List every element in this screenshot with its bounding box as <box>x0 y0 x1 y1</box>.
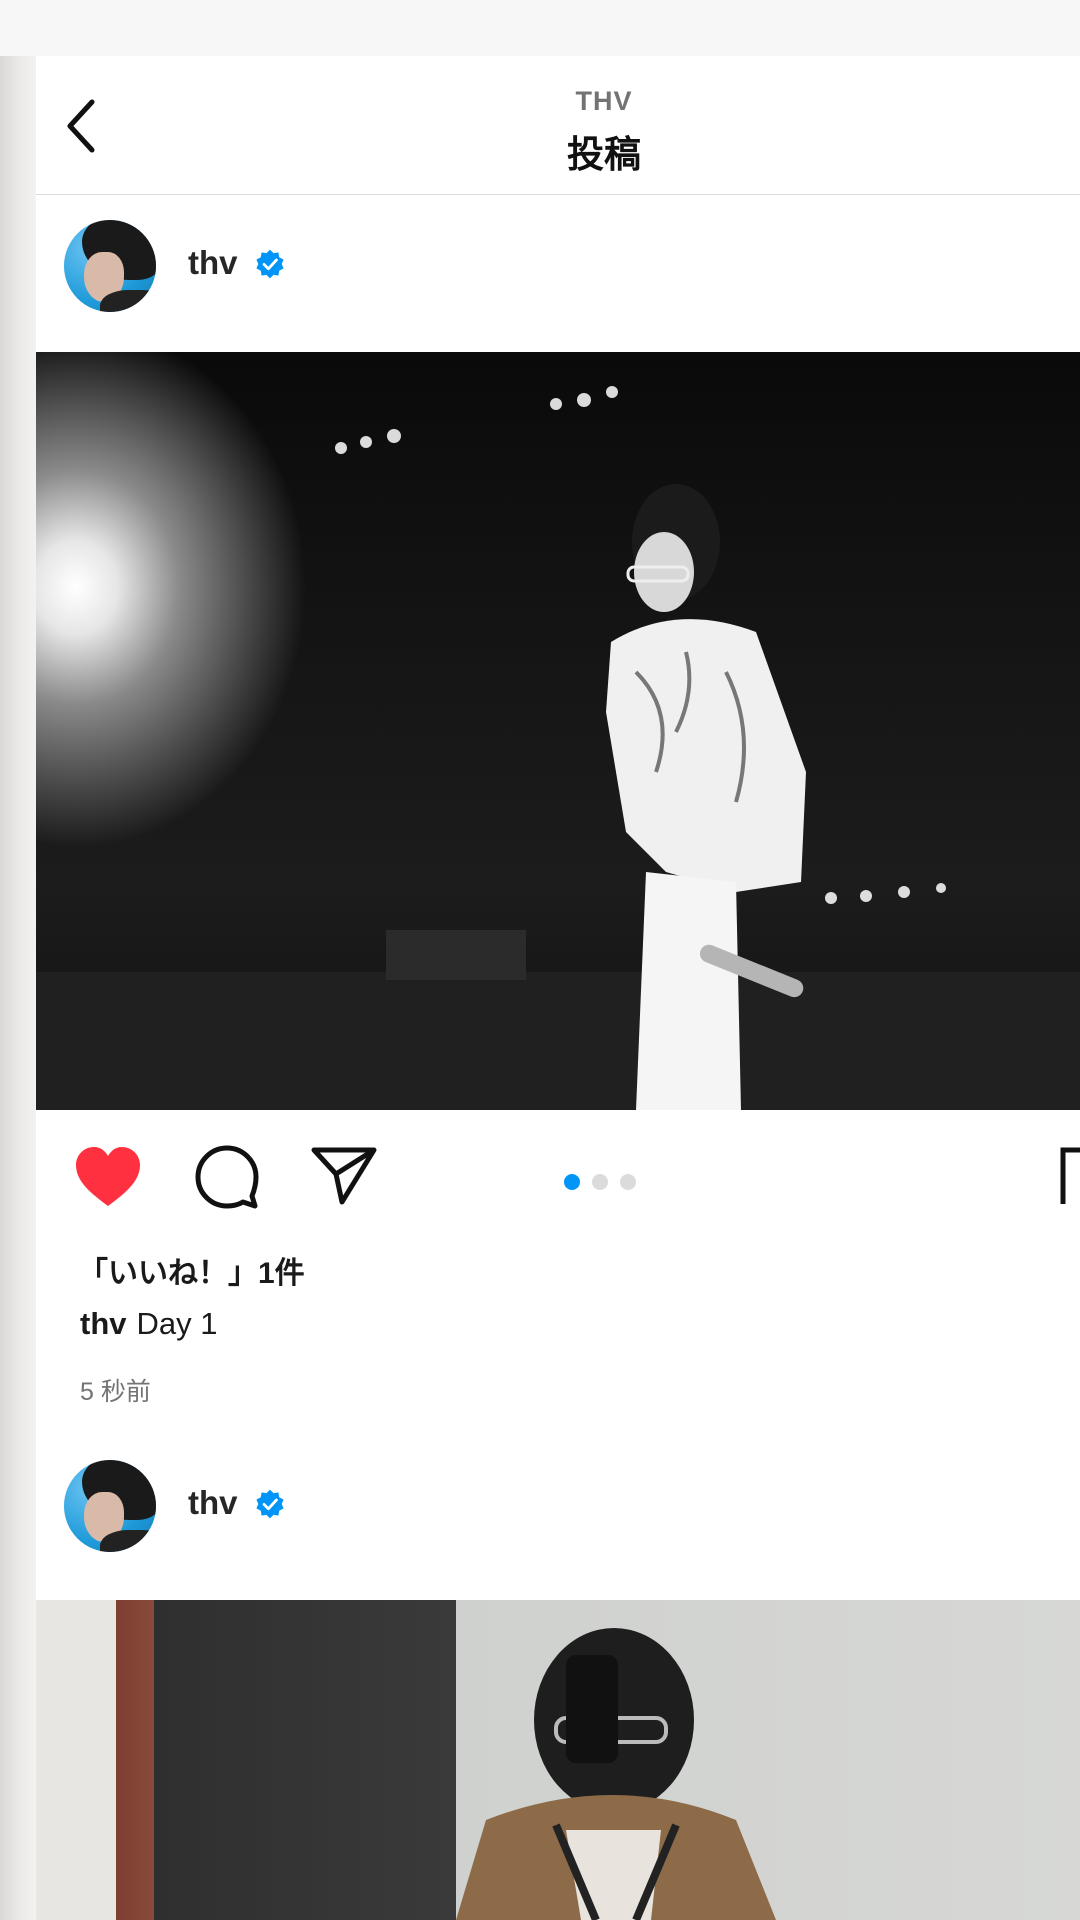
verified-badge-icon <box>256 1489 284 1519</box>
post-image[interactable] <box>36 352 1080 1110</box>
post-view-panel: THV 投稿 thv 「いいね！」1件 thv Day 1 5 秒前 thv <box>36 56 1080 1920</box>
post-header: thv <box>36 194 1080 334</box>
mirror-selfie-photo <box>456 1628 776 1920</box>
carousel-dot-active <box>564 1174 580 1190</box>
profile-handle-label: THV <box>575 86 633 116</box>
post-caption: thv Day 1 <box>80 1306 217 1342</box>
post-username[interactable]: thv <box>188 1484 238 1522</box>
avatar[interactable] <box>64 1460 156 1552</box>
paper-plane-icon <box>311 1147 377 1205</box>
save-button[interactable] <box>1060 1146 1080 1213</box>
like-button[interactable] <box>72 1144 144 1215</box>
comment-button[interactable] <box>194 1144 260 1215</box>
post-action-bar <box>36 1110 1080 1250</box>
bookmark-icon <box>1060 1147 1080 1204</box>
comment-bubble-icon <box>195 1145 259 1209</box>
post-username[interactable]: thv <box>188 244 238 282</box>
heart-icon <box>76 1147 140 1206</box>
caption-username[interactable]: thv <box>80 1306 127 1341</box>
avatar[interactable] <box>64 220 156 312</box>
like-count[interactable]: 「いいね！」1件 <box>78 1248 305 1292</box>
verified-badge-icon <box>256 249 284 279</box>
carousel-dot <box>592 1174 608 1190</box>
post-image[interactable] <box>36 1600 1080 1920</box>
carousel-indicator <box>564 1174 636 1190</box>
carousel-dot <box>620 1174 636 1190</box>
caption-text: Day 1 <box>136 1306 218 1341</box>
concert-performer-photo <box>36 386 1080 1110</box>
post-timestamp: 5 秒前 <box>80 1378 151 1406</box>
post-header: thv <box>36 1460 1080 1600</box>
status-area <box>0 0 1080 56</box>
page-title: 投稿 <box>567 134 641 175</box>
share-button[interactable] <box>310 1144 378 1211</box>
top-nav-bar: THV 投稿 <box>36 56 1080 195</box>
